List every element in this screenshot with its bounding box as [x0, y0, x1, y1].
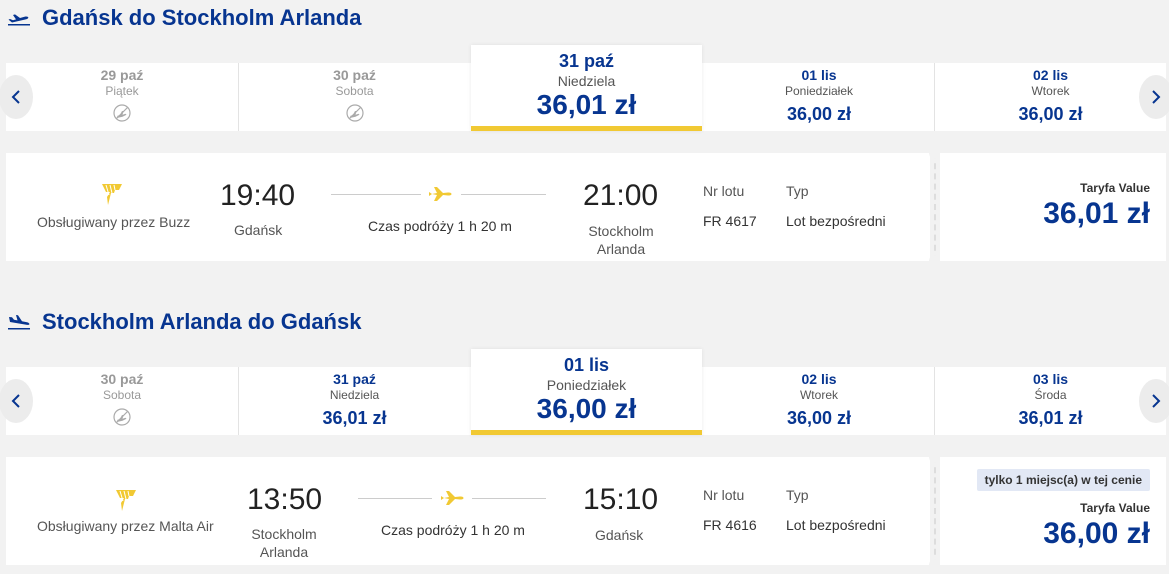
day-name: Wtorek	[799, 388, 838, 402]
departure-city: Stockholm Arlanda	[240, 525, 328, 561]
arrival-time: 15:10	[583, 483, 659, 516]
route-line	[358, 498, 432, 499]
day-name: Piątek	[105, 84, 139, 98]
day-date: 02 lis	[801, 371, 837, 387]
departure-time: 13:50	[247, 483, 323, 516]
arrival-city-line-1: Stockholm	[588, 223, 654, 239]
day-date: 02 lis	[1032, 67, 1069, 83]
day-name: Poniedziałek	[546, 377, 627, 393]
day-name: Sobota	[102, 388, 142, 402]
departure-time: 19:40	[220, 179, 296, 212]
plane-icon	[429, 187, 452, 201]
inbound-day-2[interactable]: 31 paź Niedziela 36,01 zł	[238, 367, 470, 435]
no-flight-icon	[113, 104, 131, 122]
flight-duration: Czas podróży 1 h 20 m	[381, 522, 525, 538]
chevron-right-icon	[1152, 394, 1161, 408]
outbound-next-button[interactable]	[1139, 75, 1169, 119]
day-name: Poniedziałek	[784, 84, 854, 98]
day-date: 30 paź	[333, 67, 376, 83]
outbound-day-5[interactable]: 02 lis Wtorek 36,00 zł	[934, 63, 1166, 131]
ticket-perforation	[934, 457, 937, 565]
outbound-price-card[interactable]: Taryfa Value 36,01 zł	[940, 153, 1166, 261]
harp-logo-icon	[102, 184, 122, 205]
inbound-day-1: 30 paź Sobota	[6, 367, 238, 435]
arrival-city-line-2: Arlanda	[596, 241, 646, 257]
day-date: 01 lis	[801, 67, 837, 83]
inbound-title: Stockholm Arlanda do Gdańsk	[42, 309, 362, 334]
day-price: 36,00 zł	[786, 104, 852, 124]
arrival-city: Stockholm Arlanda	[576, 222, 666, 258]
fare-price: 36,00 zł	[1043, 517, 1150, 550]
chevron-left-icon	[11, 394, 20, 408]
flight-number-label: Nr lotu	[703, 183, 745, 199]
departure-city-line-2: Arlanda	[259, 544, 309, 560]
departure-city-line-1: Stockholm	[251, 526, 317, 542]
day-name: Sobota	[335, 84, 374, 98]
flight-number-label: Nr lotu	[703, 487, 745, 503]
operator-label: Obsługiwany przez Buzz	[37, 214, 191, 230]
day-price: 36,00 zł	[536, 393, 637, 424]
day-date: 31 paź	[558, 51, 615, 71]
plane-icon	[441, 491, 464, 505]
day-date: 03 lis	[1032, 371, 1069, 387]
outbound-day-1: 29 paź Piątek	[6, 63, 238, 131]
day-price: 36,00 zł	[786, 408, 852, 428]
day-date: 29 paź	[100, 67, 144, 83]
route-line	[331, 194, 421, 195]
arrival-time: 21:00	[583, 179, 659, 212]
inbound-day-4[interactable]: 02 lis Wtorek 36,00 zł	[703, 367, 935, 435]
inbound-price-card[interactable]: tylko 1 miejsc(a) w tej cenie Taryfa Val…	[940, 457, 1166, 565]
arrival-city: Gdańsk	[595, 527, 644, 543]
outbound-title: Gdańsk do Stockholm Arlanda	[42, 5, 362, 30]
inbound-day-5[interactable]: 03 lis Środa 36,01 zł	[934, 367, 1166, 435]
flight-duration: Czas podróży 1 h 20 m	[368, 218, 512, 234]
outbound-flight-card[interactable]: Obsługiwany przez Buzz 19:40 Gdańsk Czas…	[6, 153, 930, 261]
fare-price: 36,01 zł	[1043, 197, 1150, 230]
no-flight-icon	[113, 408, 131, 426]
inbound-day-selected[interactable]: 01 lis Poniedziałek 36,00 zł	[471, 349, 702, 435]
day-name: Niedziela	[329, 388, 380, 402]
day-name: Niedziela	[557, 73, 616, 89]
day-name: Środa	[1034, 388, 1067, 402]
type-label: Typ	[786, 183, 809, 199]
day-date: 01 lis	[563, 355, 610, 375]
flight-number: FR 4617	[703, 213, 757, 229]
outbound-day-selected[interactable]: 31 paź Niedziela 36,01 zł	[471, 45, 702, 131]
flight-type: Lot bezpośredni	[786, 213, 886, 229]
day-date: 30 paź	[100, 371, 144, 387]
no-flight-icon	[345, 104, 364, 122]
day-price: 36,01 zł	[536, 89, 637, 120]
day-date: 31 paź	[333, 371, 376, 387]
day-price: 36,00 zł	[1018, 104, 1083, 124]
departure-city: Gdańsk	[234, 222, 283, 238]
route-line	[472, 498, 546, 499]
flight-number: FR 4616	[703, 517, 757, 533]
inbound-flight-card[interactable]: Obsługiwany przez Malta Air 13:50 Stockh…	[6, 457, 930, 565]
flight-type: Lot bezpośredni	[786, 517, 886, 533]
harp-logo-icon	[116, 490, 136, 511]
type-label: Typ	[786, 487, 809, 503]
fare-label: Taryfa Value	[1080, 181, 1150, 195]
route-line	[461, 194, 546, 195]
outbound-prev-button[interactable]	[0, 75, 33, 119]
chevron-right-icon	[1152, 90, 1161, 104]
landing-icon	[8, 315, 30, 330]
operator-label: Obsługiwany przez Malta Air	[37, 518, 214, 534]
ticket-perforation	[934, 153, 937, 261]
inbound-prev-button[interactable]	[0, 379, 33, 423]
outbound-day-4[interactable]: 01 lis Poniedziałek 36,00 zł	[703, 63, 935, 131]
chevron-left-icon	[11, 90, 20, 104]
outbound-day-2: 30 paź Sobota	[238, 63, 470, 131]
day-price: 36,01 zł	[322, 408, 387, 428]
takeoff-icon	[8, 14, 30, 26]
seats-left-badge: tylko 1 miejsc(a) w tej cenie	[976, 469, 1150, 491]
day-price: 36,01 zł	[1018, 408, 1083, 428]
day-name: Wtorek	[1031, 84, 1070, 98]
inbound-next-button[interactable]	[1139, 379, 1169, 423]
fare-label: Taryfa Value	[1080, 501, 1150, 515]
